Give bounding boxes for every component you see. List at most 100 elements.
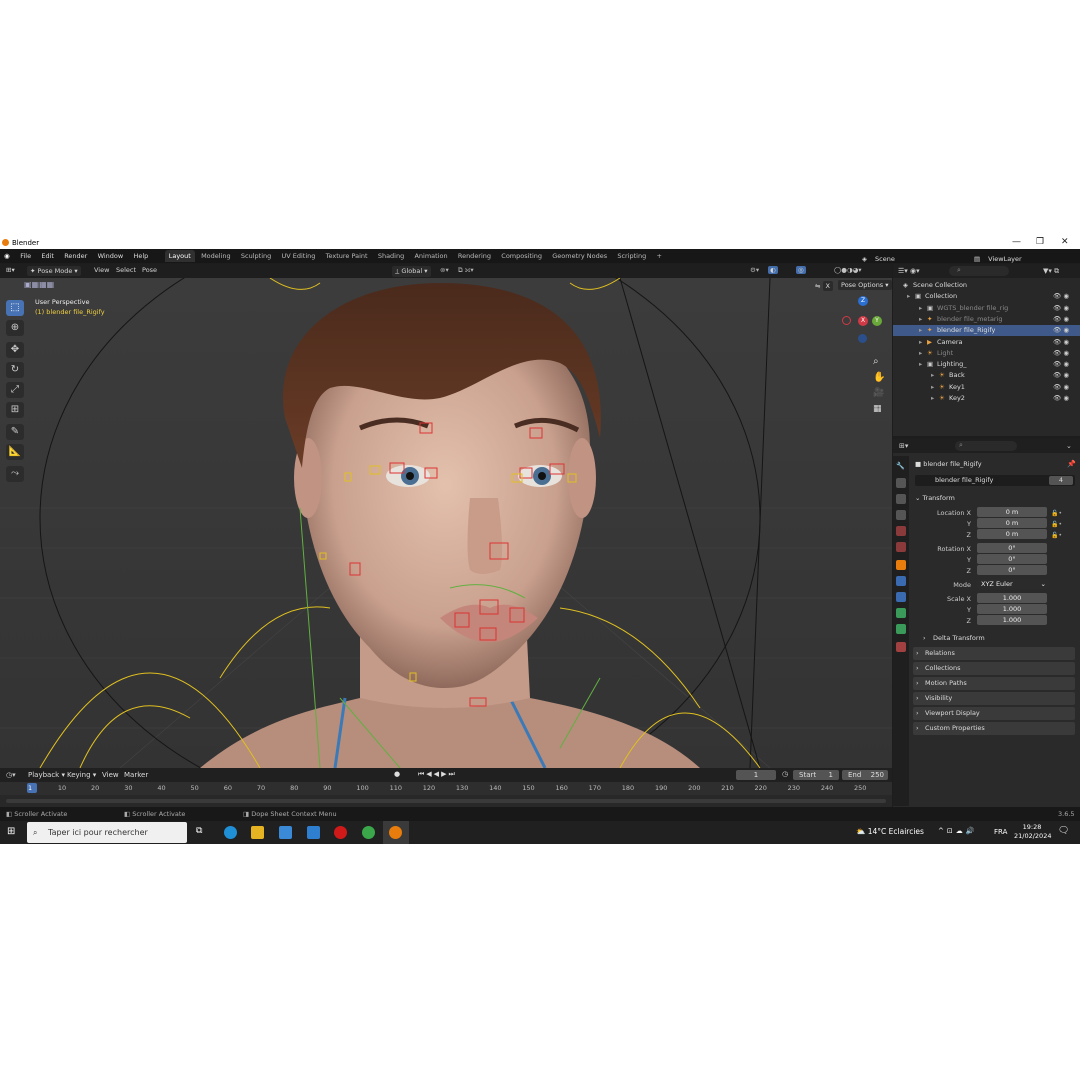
relax-tool-icon[interactable]: ⤳	[6, 466, 24, 482]
current-frame-field[interactable]: 1	[736, 770, 776, 780]
mirror-toggle[interactable]: ⇋ X	[815, 281, 833, 291]
language-indicator[interactable]: FRA	[994, 828, 1007, 836]
tab-geometry-nodes[interactable]: Geometry Nodes	[548, 250, 611, 262]
gizmo-y-axis[interactable]: Y	[872, 316, 882, 326]
menu-help[interactable]: Help	[129, 249, 152, 263]
outliner-item[interactable]: ◈ Scene Collection	[893, 280, 1080, 291]
tab-animation[interactable]: Animation	[410, 250, 451, 262]
scene-tab-icon[interactable]	[896, 526, 906, 536]
render-tab-icon[interactable]	[896, 478, 906, 488]
tab-texture-paint[interactable]: Texture Paint	[322, 250, 372, 262]
visibility-toggle-icon[interactable]: 👁 ◉	[1053, 370, 1069, 381]
pose-options-dropdown[interactable]: Pose Options ▾	[838, 280, 892, 290]
view-layer-tab-icon[interactable]	[896, 510, 906, 520]
world-tab-icon[interactable]	[896, 542, 906, 552]
blender-menu-icon[interactable]: ◉	[0, 249, 14, 263]
rotation-y-field[interactable]: 0°	[977, 554, 1047, 564]
pan-hand-icon[interactable]: ✋	[873, 372, 885, 383]
weather-widget[interactable]: ⛅ 14°C Eclaircies	[856, 827, 924, 836]
outliner-item[interactable]: ▸ ☀ Key1 👁 ◉	[893, 382, 1080, 393]
gizmo-x-axis[interactable]: X	[858, 316, 868, 326]
tab-shading[interactable]: Shading	[374, 250, 408, 262]
outliner-item[interactable]: ▸ ▣ WGTS_blender file_rig 👁 ◉	[893, 303, 1080, 314]
filter-icon[interactable]: ▼▾ ⧉	[1043, 267, 1059, 276]
visibility-toggle-icon[interactable]: 👁 ◉	[1053, 337, 1069, 348]
texture-tab-icon[interactable]	[896, 642, 906, 652]
edge-icon[interactable]	[224, 826, 237, 839]
editor-type-icon[interactable]: ⊞▾	[6, 266, 15, 274]
properties-editor-icon[interactable]: ⊞▾	[899, 442, 908, 450]
pin-icon[interactable]: 📌	[1067, 460, 1076, 468]
ortho-grid-icon[interactable]: ▦	[873, 404, 882, 414]
3d-viewport[interactable]: User Perspective (1) blender file_Rigify…	[0, 278, 892, 768]
menu-edit[interactable]: Edit	[37, 249, 58, 263]
lock-icons[interactable]: 🔓• 🔓• 🔓•	[1051, 508, 1062, 541]
maximize-button[interactable]: ❐	[1036, 237, 1044, 247]
annotate-tool-icon[interactable]: ✎	[6, 424, 24, 440]
rotation-mode-dropdown[interactable]: XYZ Euler ⌄	[977, 579, 1049, 589]
user-count[interactable]: 4	[1049, 476, 1073, 485]
expand-arrow-icon[interactable]: ▸	[907, 291, 910, 302]
navigation-gizmo[interactable]: Z Y X	[838, 296, 888, 346]
transform-panel-header[interactable]: ⌄ Transform	[915, 492, 1075, 504]
scale-x-field[interactable]: 1.000	[977, 593, 1047, 603]
clock-icon[interactable]: ◷	[782, 770, 788, 778]
motion-paths-panel[interactable]: › Motion Paths	[913, 677, 1075, 690]
rotation-x-field[interactable]: 0°	[977, 543, 1047, 553]
outliner-item[interactable]: ▸ ☀ Back 👁 ◉	[893, 370, 1080, 381]
collections-panel[interactable]: › Collections	[913, 662, 1075, 675]
start-frame-field[interactable]: Start 1	[793, 770, 839, 780]
mail-icon[interactable]	[307, 826, 320, 839]
rotation-z-field[interactable]: 0°	[977, 565, 1047, 575]
opera-icon[interactable]	[334, 826, 347, 839]
menu-render[interactable]: Render	[60, 249, 91, 263]
delta-transform-panel[interactable]: › Delta Transform	[921, 632, 1075, 645]
location-x-field[interactable]: 0 m	[977, 507, 1047, 517]
chrome-icon[interactable]	[362, 826, 375, 839]
visibility-toggle-icon[interactable]: 👁 ◉	[1053, 325, 1069, 336]
gizmo-neg-x[interactable]	[842, 316, 851, 325]
visibility-toggle-icon[interactable]: 👁 ◉	[1053, 348, 1069, 359]
select-box-tool-icon[interactable]: ⬚	[6, 300, 24, 316]
timeline-editor-icon[interactable]: ◷▾	[6, 771, 16, 779]
taskbar-search-input[interactable]: ⌕ Taper ici pour rechercher	[27, 822, 187, 843]
object-tab-icon[interactable]	[896, 560, 906, 570]
object-data-tab-icon[interactable]	[896, 608, 906, 618]
expand-arrow-icon[interactable]: ▸	[919, 314, 922, 325]
menu-window[interactable]: Window	[94, 249, 128, 263]
notification-icon[interactable]: 🗨	[1058, 826, 1069, 836]
visibility-toggle-icon[interactable]: 👁 ◉	[1053, 393, 1069, 404]
custom-properties-panel[interactable]: › Custom Properties	[913, 722, 1075, 735]
windows-start-icon[interactable]: ⊞	[7, 826, 15, 837]
transform-orientation[interactable]: ⟂ Global ▾	[392, 266, 431, 277]
visibility-toggle-icon[interactable]: 👁 ◉	[1053, 291, 1069, 302]
outliner-item[interactable]: ▸ ☀ Light 👁 ◉	[893, 348, 1080, 359]
gizmo-neg-z[interactable]	[858, 334, 867, 343]
expand-arrow-icon[interactable]: ▸	[931, 393, 934, 404]
cursor-tool-icon[interactable]: ⊕	[6, 320, 24, 336]
outliner-item[interactable]: ▸ ▣ Lighting_ 👁 ◉	[893, 359, 1080, 370]
menu-playback[interactable]: Playback ▾	[28, 771, 65, 779]
move-tool-icon[interactable]: ✥	[6, 342, 24, 358]
zoom-icon[interactable]: ⌕	[873, 356, 879, 367]
add-workspace-button[interactable]: +	[652, 250, 665, 262]
gizmo-z-axis[interactable]: Z	[858, 296, 868, 306]
rotate-tool-icon[interactable]: ↻	[6, 362, 24, 378]
tab-rendering[interactable]: Rendering	[454, 250, 495, 262]
tab-compositing[interactable]: Compositing	[497, 250, 546, 262]
visibility-toggle-icon[interactable]: 👁 ◉	[1053, 303, 1069, 314]
modifiers-tab-icon[interactable]	[896, 576, 906, 586]
location-z-field[interactable]: 0 m	[977, 529, 1047, 539]
playback-controls[interactable]: ⏮◀◀▶⏭	[418, 770, 457, 779]
chevron-down-icon[interactable]: ⌄	[1066, 442, 1072, 450]
outliner-item[interactable]: ▸ ▶ Camera 👁 ◉	[893, 337, 1080, 348]
outliner-item[interactable]: ▸ ✦ blender file_Rigify 👁 ◉	[893, 325, 1080, 337]
system-tray-icons[interactable]: ^⊡☁🔊	[938, 827, 977, 835]
tab-uv-editing[interactable]: UV Editing	[277, 250, 319, 262]
pivot-icon[interactable]: ⊚▾	[440, 266, 449, 274]
task-view-icon[interactable]: ⧉	[196, 826, 209, 839]
expand-arrow-icon[interactable]: ▸	[919, 348, 922, 359]
record-button[interactable]: ●	[394, 770, 400, 778]
expand-arrow-icon[interactable]: ▸	[919, 359, 922, 370]
relations-panel[interactable]: › Relations	[913, 647, 1075, 660]
